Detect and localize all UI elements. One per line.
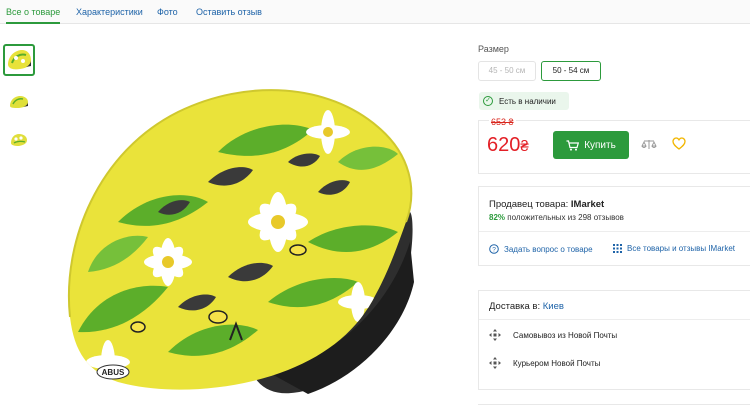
delivery-option-label: Курьером Новой Почты [513,358,601,368]
price-currency: ₴ [520,138,529,155]
seller-line: Продавец товара: IMarket [489,199,604,210]
delivery-city-link[interactable]: Киев [543,301,564,312]
size-option-45-50[interactable]: 45 - 50 см [478,61,536,81]
ask-question-link[interactable]: ? Задать вопрос о товаре [489,244,593,254]
thumbnail-2[interactable] [3,86,35,118]
delivery-option-courier: Курьером Новой Почты [489,357,600,369]
size-option-50-54[interactable]: 50 - 54 см [541,61,601,81]
delivery-option-label: Самовывоз из Новой Почты [513,330,618,340]
helmet-brand-text: ABUS [102,368,125,377]
delivery-block: Доставка в: Киев Самовывоз из Новой Почт… [478,290,750,390]
old-price: 653 ₴ [489,117,516,127]
grid-icon [613,244,622,253]
thumbnail-1[interactable] [3,44,35,76]
tab-photo[interactable]: Фото [157,0,178,24]
delivery-heading: Доставка в: Киев [489,301,564,312]
current-price: 620₴ [487,134,529,157]
divider [479,319,750,320]
stock-badge: ✓ Есть в наличии [479,92,569,110]
delivery-option-pickup: Самовывоз из Новой Почты [489,329,617,341]
rating-text: положительных из 298 отзывов [507,213,624,222]
nova-poshta-icon [489,329,501,341]
price-block: 653 ₴ 620₴ Купить [478,117,750,174]
bike-helmet-image: ABUS [68,89,414,394]
product-tabs: Все о товаре Характеристики Фото Оставит… [0,0,750,24]
divider [478,404,750,405]
seller-block: Продавец товара: IMarket 82% положительн… [478,186,750,266]
buy-button[interactable]: Купить [553,131,629,159]
helmet-thumbnail-icon [8,50,31,70]
tab-all-about[interactable]: Все о товаре [6,0,61,24]
ask-question-label: Задать вопрос о товаре [504,244,593,254]
cart-icon [566,139,580,151]
seller-rating: 82% положительных из 298 отзывов [489,213,624,222]
question-circle-icon: ? [489,244,499,254]
thumbnail-3[interactable] [3,124,35,156]
svg-text:?: ? [492,246,496,253]
seller-prefix: Продавец товара: [489,199,569,210]
heart-icon[interactable] [672,137,686,150]
size-label: Размер [478,44,509,54]
delivery-prefix: Доставка в: [489,301,541,312]
tab-leave-review[interactable]: Оставить отзыв [196,0,262,24]
rating-percent: 82% [489,213,506,222]
check-circle-icon: ✓ [483,96,493,106]
seller-name[interactable]: IMarket [571,199,604,210]
all-seller-products-link[interactable]: Все товары и отзывы IMarket [613,244,735,253]
all-seller-products-label: Все товары и отзывы IMarket [627,244,736,253]
nova-poshta-icon [489,357,501,369]
price-value: 620 [487,134,521,156]
product-main-image[interactable]: ABUS [58,72,438,402]
helmet-thumbnail-icon [10,96,28,108]
stock-label: Есть в наличии [499,96,556,106]
tab-characteristics[interactable]: Характеристики [76,0,143,24]
divider [479,231,750,232]
compare-scales-icon[interactable] [641,139,657,150]
helmet-thumbnail-icon [11,134,27,146]
buy-label: Купить [584,139,616,151]
